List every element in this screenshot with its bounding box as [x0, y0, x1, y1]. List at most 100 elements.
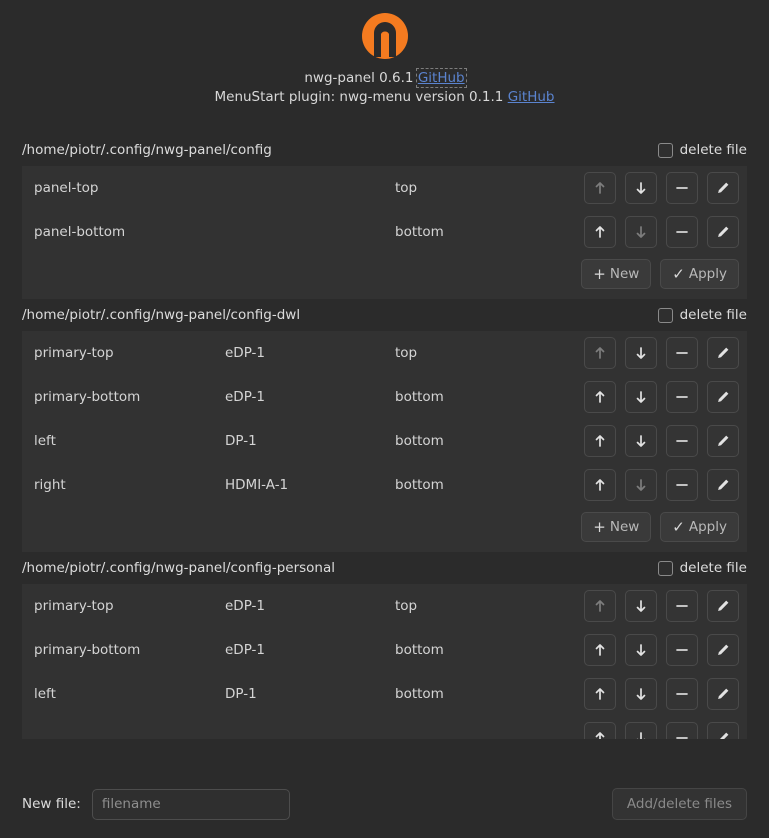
edit-button[interactable] — [707, 469, 739, 501]
plus-icon: + — [593, 517, 606, 536]
add-delete-files-button[interactable]: Add/delete files — [611, 788, 747, 820]
remove-button[interactable] — [666, 425, 698, 457]
entry-name: panel-top — [34, 180, 99, 196]
move-down-button — [625, 469, 657, 501]
edit-button[interactable] — [707, 381, 739, 413]
remove-button[interactable] — [666, 722, 698, 739]
entry-name: right — [34, 477, 66, 493]
entry-position: bottom — [395, 224, 444, 240]
remove-button[interactable] — [666, 678, 698, 710]
edit-button[interactable] — [707, 590, 739, 622]
move-up-button[interactable] — [584, 678, 616, 710]
entry-position: top — [395, 180, 418, 196]
down-arrow-icon — [636, 644, 646, 656]
delete-file-toggle[interactable]: delete file — [657, 142, 747, 158]
table-row: primary-bottom eDP-1 bottom — [22, 375, 747, 419]
remove-button[interactable] — [666, 337, 698, 369]
row-button-group — [584, 337, 739, 369]
new-button[interactable]: + New — [581, 512, 652, 542]
table-row: panel-top top — [22, 166, 747, 210]
up-arrow-icon — [595, 644, 605, 656]
up-arrow-icon — [595, 435, 605, 447]
delete-file-toggle[interactable]: delete file — [657, 560, 747, 576]
move-down-button[interactable] — [625, 722, 657, 739]
down-arrow-icon — [636, 226, 646, 238]
move-down-button[interactable] — [625, 590, 657, 622]
move-up-button[interactable] — [584, 722, 616, 739]
remove-button[interactable] — [666, 590, 698, 622]
move-down-button[interactable] — [625, 337, 657, 369]
move-down-button[interactable] — [625, 634, 657, 666]
move-up-button[interactable] — [584, 381, 616, 413]
minus-icon — [676, 693, 688, 695]
apply-button-label: Apply — [688, 519, 727, 535]
move-up-button[interactable] — [584, 634, 616, 666]
config-file-path: /home/piotr/.config/nwg-panel/config-per… — [22, 560, 336, 576]
down-arrow-icon — [636, 347, 646, 359]
pencil-icon — [718, 479, 729, 490]
up-arrow-icon — [595, 182, 605, 194]
nwg-panel-github-link[interactable]: GitHub — [415, 68, 467, 88]
delete-file-checkbox[interactable] — [657, 142, 673, 158]
move-up-button[interactable] — [584, 469, 616, 501]
edit-button[interactable] — [707, 678, 739, 710]
delete-file-label: delete file — [679, 307, 747, 323]
row-button-group — [584, 172, 739, 204]
remove-button[interactable] — [666, 469, 698, 501]
move-up-button[interactable] — [584, 216, 616, 248]
row-button-group — [584, 381, 739, 413]
edit-button[interactable] — [707, 172, 739, 204]
entry-position: bottom — [395, 433, 444, 449]
move-down-button[interactable] — [625, 678, 657, 710]
nwg-menu-github-link[interactable]: GitHub — [508, 89, 555, 105]
edit-button[interactable] — [707, 216, 739, 248]
new-button-label: New — [609, 519, 640, 535]
minus-icon — [676, 605, 688, 607]
row-button-group — [584, 722, 739, 739]
pencil-icon — [718, 688, 729, 699]
delete-file-toggle[interactable]: delete file — [657, 307, 747, 323]
minus-icon — [676, 352, 688, 354]
pencil-icon — [718, 182, 729, 193]
move-down-button[interactable] — [625, 381, 657, 413]
minus-icon — [676, 396, 688, 398]
move-up-button[interactable] — [584, 425, 616, 457]
apply-button[interactable]: ✓ Apply — [660, 259, 739, 289]
pencil-icon — [718, 600, 729, 611]
edit-button[interactable] — [707, 634, 739, 666]
remove-button[interactable] — [666, 381, 698, 413]
edit-button[interactable] — [707, 425, 739, 457]
move-down-button[interactable] — [625, 425, 657, 457]
move-down-button[interactable] — [625, 172, 657, 204]
up-arrow-icon — [595, 226, 605, 238]
apply-button-label: Apply — [688, 266, 727, 282]
down-arrow-icon — [636, 182, 646, 194]
entry-position: bottom — [395, 686, 444, 702]
row-button-group — [584, 590, 739, 622]
plus-icon: + — [593, 264, 606, 283]
up-arrow-icon — [595, 600, 605, 612]
config-file-sections: /home/piotr/.config/nwg-panel/config dele… — [0, 134, 769, 739]
down-arrow-icon — [636, 600, 646, 612]
delete-file-checkbox[interactable] — [657, 560, 673, 576]
edit-button[interactable] — [707, 722, 739, 739]
down-arrow-icon — [636, 391, 646, 403]
minus-icon — [676, 187, 688, 189]
entry-name: primary-bottom — [34, 642, 141, 658]
table-row: right HDMI-A-1 bottom — [22, 463, 747, 507]
new-button[interactable]: + New — [581, 259, 652, 289]
apply-button[interactable]: ✓ Apply — [660, 512, 739, 542]
delete-file-checkbox[interactable] — [657, 307, 673, 323]
remove-button[interactable] — [666, 216, 698, 248]
table-row: left DP-1 bottom — [22, 419, 747, 463]
entry-name: left — [34, 686, 56, 702]
entry-position: top — [395, 598, 418, 614]
remove-button[interactable] — [666, 172, 698, 204]
new-file-input[interactable] — [91, 788, 290, 820]
entry-output: eDP-1 — [225, 598, 266, 614]
about-version-line: nwg-panel 0.6.1 GitHub — [0, 68, 769, 88]
remove-button[interactable] — [666, 634, 698, 666]
edit-button[interactable] — [707, 337, 739, 369]
entry-name: primary-top — [34, 598, 114, 614]
entry-position: bottom — [395, 642, 444, 658]
